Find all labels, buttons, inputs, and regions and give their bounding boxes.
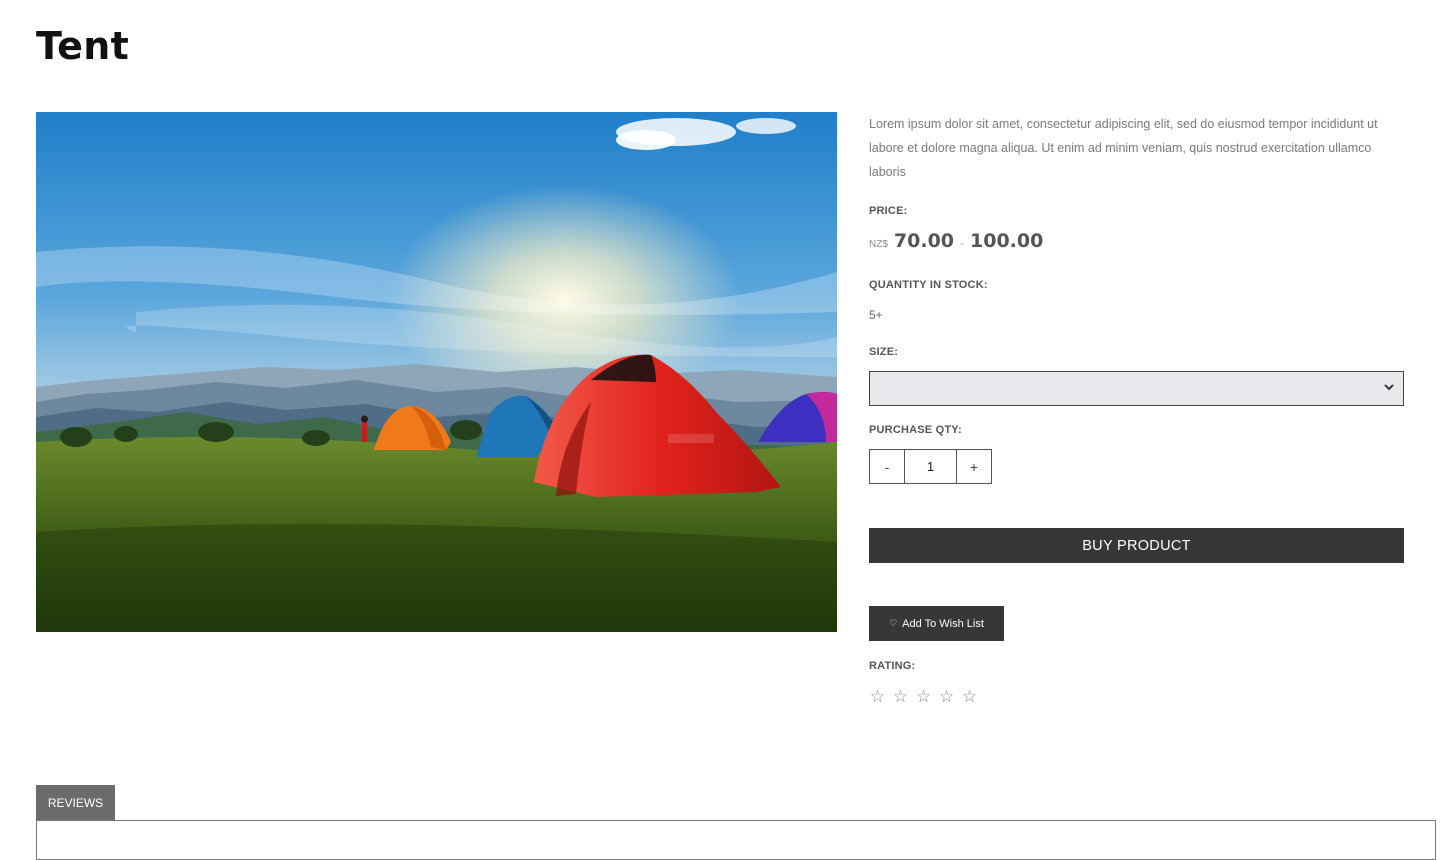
add-to-wish-list-button[interactable]: ♡ Add To Wish List	[869, 606, 1004, 641]
buy-product-button[interactable]: BUY PRODUCT	[869, 528, 1404, 563]
reviews-panel	[36, 820, 1436, 860]
size-select[interactable]	[869, 371, 1404, 406]
chevron-down-icon	[1384, 384, 1394, 391]
heart-icon: ♡	[889, 618, 898, 628]
star-icon[interactable]: ☆	[869, 687, 886, 707]
star-icon[interactable]: ☆	[938, 687, 955, 707]
currency-code: NZ$	[869, 239, 888, 250]
page-title: Tent	[36, 24, 130, 68]
price-max: 100.00	[970, 230, 1044, 252]
camping-tents-photo	[36, 112, 837, 632]
star-icon[interactable]: ☆	[961, 687, 978, 707]
purchase-qty-label: PURCHASE QTY:	[869, 424, 962, 436]
rating-label: RATING:	[869, 660, 916, 672]
star-icon[interactable]: ☆	[892, 687, 909, 707]
price-range: NZ$ 70.00 - 100.00	[869, 230, 1043, 252]
decrement-button[interactable]: -	[870, 450, 904, 483]
quantity-input[interactable]: 1	[904, 450, 957, 483]
price-separator: -	[960, 236, 965, 250]
product-image	[36, 112, 837, 632]
rating-stars: ☆ ☆ ☆ ☆ ☆	[869, 687, 978, 707]
increment-button[interactable]: +	[957, 450, 991, 483]
price-min: 70.00	[893, 230, 955, 252]
size-label: SIZE:	[869, 346, 899, 358]
quantity-stepper: - 1 +	[869, 449, 992, 484]
star-icon[interactable]: ☆	[915, 687, 932, 707]
wish-list-label: Add To Wish List	[902, 617, 984, 630]
product-description: Lorem ipsum dolor sit amet, consectetur …	[869, 117, 1378, 179]
price-label: PRICE:	[869, 205, 908, 217]
stock-value: 5+	[869, 308, 883, 322]
tab-reviews[interactable]: REVIEWS	[36, 785, 115, 820]
stock-label: QUANTITY IN STOCK:	[869, 279, 988, 291]
